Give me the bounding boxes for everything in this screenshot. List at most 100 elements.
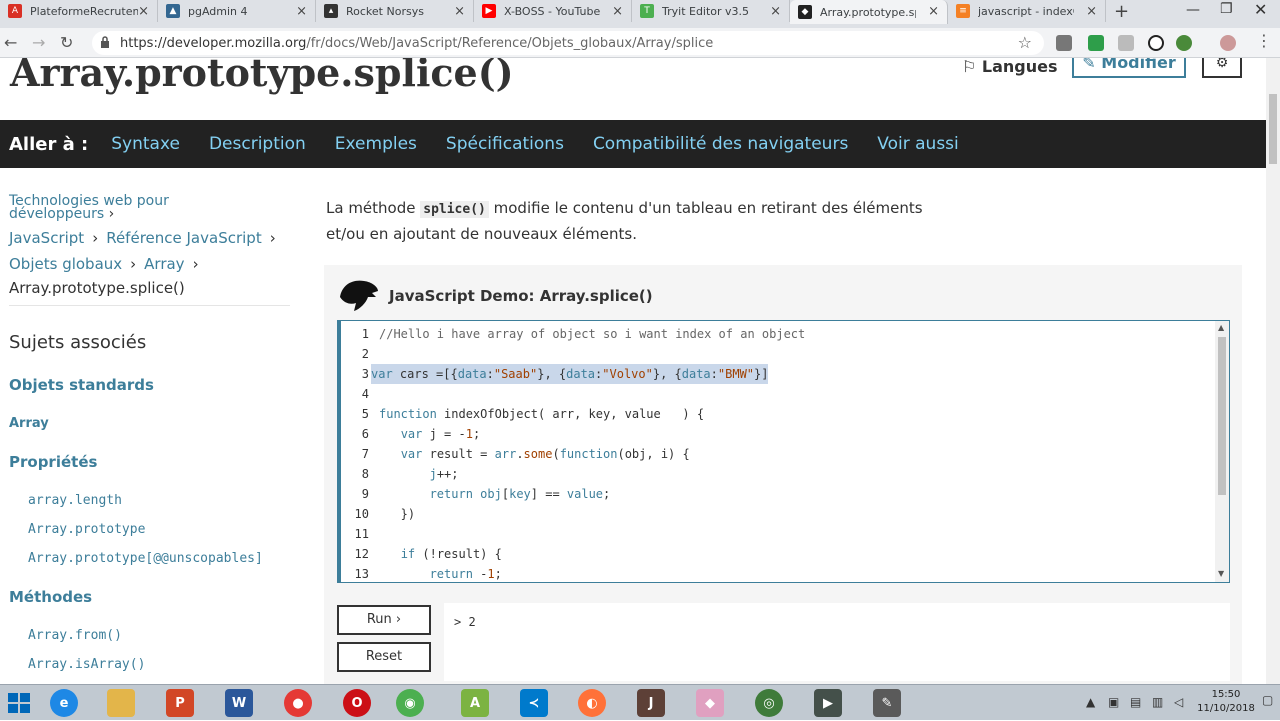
clock-time: 15:50: [1211, 689, 1241, 700]
sync-extension-icon[interactable]: [1148, 35, 1164, 51]
avatar[interactable]: [1220, 35, 1236, 51]
firefox-icon[interactable]: ◐: [578, 689, 606, 717]
intro-paragraph: La méthode splice() modifie le contenu d…: [326, 196, 946, 246]
sidebar-item-length[interactable]: array.length: [28, 493, 122, 508]
tab-plateforme[interactable]: A PlateformeRecruteme ×: [0, 0, 158, 22]
line-number: 6: [361, 427, 369, 441]
tab-stackoverflow[interactable]: ≡ javascript - indexOf ×: [948, 0, 1106, 22]
tray-up-arrow-icon[interactable]: ▲: [1086, 695, 1095, 709]
breadcrumb-array[interactable]: Array: [144, 255, 184, 273]
tab-title: javascript - indexOf: [978, 4, 1074, 18]
tray-volume-icon[interactable]: ◁: [1174, 695, 1183, 709]
network-globe-icon[interactable]: ◎: [755, 689, 783, 717]
maximize-button[interactable]: ❐: [1220, 1, 1233, 17]
sidebar-item-unscopables[interactable]: Array.prototype[@@unscopables]: [28, 551, 263, 566]
windows-start-icon[interactable]: [0, 685, 40, 721]
breadcrumb-javascript[interactable]: JavaScript: [9, 229, 84, 247]
close-window-button[interactable]: ✕: [1254, 0, 1267, 19]
code-line: return obj[key] == value;: [429, 487, 611, 501]
grey-extension-icon[interactable]: [1118, 35, 1134, 51]
tryit-icon: T: [640, 4, 654, 18]
bookmark-star-icon[interactable]: ☆: [1018, 33, 1032, 52]
forward-button[interactable]: →: [32, 33, 45, 52]
chrome-icon[interactable]: ◉: [396, 689, 424, 717]
minimize-button[interactable]: —: [1186, 2, 1200, 18]
tray-app-icon[interactable]: ▣: [1108, 695, 1119, 709]
sidebar-item-prototype[interactable]: Array.prototype: [28, 522, 145, 537]
file-explorer-icon[interactable]: [107, 689, 135, 717]
scroll-up-icon[interactable]: ▲: [1218, 323, 1224, 332]
code-editor[interactable]: 1 //Hello i have array of object so i wan…: [337, 320, 1230, 583]
editor-scroll-thumb[interactable]: [1218, 337, 1226, 495]
screen-recorder-icon[interactable]: ●: [284, 689, 312, 717]
sidebar-methodes[interactable]: Méthodes: [9, 588, 92, 606]
line-number: 11: [354, 527, 369, 541]
settings-button[interactable]: ⚙: [1202, 58, 1242, 78]
browser-tab-bar: A PlateformeRecruteme × ▲ pgAdmin 4 × ▴ …: [0, 0, 1280, 28]
internet-explorer-icon[interactable]: e: [50, 689, 78, 717]
breadcrumb-objets-globaux[interactable]: Objets globaux: [9, 255, 122, 273]
tray-battery-icon[interactable]: ▥: [1152, 695, 1163, 709]
reload-button[interactable]: ↻: [60, 33, 73, 52]
vscode-icon[interactable]: ≺: [520, 689, 548, 717]
tab-rocket[interactable]: ▴ Rocket Norsys ×: [316, 0, 474, 22]
green-extension-icon[interactable]: [1088, 35, 1104, 51]
page-scroll-thumb[interactable]: [1269, 94, 1277, 164]
close-icon[interactable]: ×: [612, 4, 623, 19]
close-icon[interactable]: ×: [928, 4, 939, 19]
powerpoint-icon[interactable]: P: [166, 689, 194, 717]
elephant-icon: ▲: [166, 4, 180, 18]
close-icon[interactable]: ×: [1086, 4, 1097, 19]
taskbar-clock[interactable]: 15:50 11/10/2018: [1196, 688, 1256, 716]
editor-scrollbar[interactable]: ▲ ▼: [1215, 321, 1229, 582]
tab-title: X-BOSS - YouTube: [504, 4, 601, 18]
terminal-icon[interactable]: ▶: [814, 689, 842, 717]
opera-icon[interactable]: O: [343, 689, 371, 717]
menu-icon[interactable]: ⋮: [1256, 31, 1272, 50]
tray-network-icon[interactable]: ▤: [1130, 695, 1141, 709]
jump-link-compatibilite[interactable]: Compatibilité des navigateurs: [593, 134, 848, 154]
jump-link-voir-aussi[interactable]: Voir aussi: [877, 134, 958, 154]
jump-link-exemples[interactable]: Exemples: [335, 134, 417, 154]
sidebar-item-isarray[interactable]: Array.isArray(): [28, 657, 145, 672]
sidebar-array[interactable]: Array: [9, 416, 49, 431]
android-studio-icon[interactable]: A: [461, 689, 489, 717]
mdn-dino-icon: ◆: [798, 5, 812, 19]
address-bar[interactable]: https://developer.mozilla.org/fr/docs/We…: [92, 31, 1044, 55]
tab-tryit[interactable]: T Tryit Editor v3.5 ×: [632, 0, 790, 22]
sidebar-objets-standards[interactable]: Objets standards: [9, 376, 154, 394]
jump-link-specifications[interactable]: Spécifications: [446, 134, 564, 154]
tool-icon[interactable]: ✎: [873, 689, 901, 717]
globe-extension-icon[interactable]: [1176, 35, 1192, 51]
breadcrumb-reference[interactable]: Référence JavaScript: [106, 229, 262, 247]
close-icon[interactable]: ×: [770, 4, 781, 19]
close-icon[interactable]: ×: [138, 4, 149, 19]
app-icon[interactable]: ◆: [696, 689, 724, 717]
new-tab-button[interactable]: +: [1114, 1, 1129, 22]
jump-link-description[interactable]: Description: [209, 134, 306, 154]
notification-icon[interactable]: ▢: [1262, 693, 1273, 707]
tab-youtube[interactable]: ▶ X-BOSS - YouTube ×: [474, 0, 632, 22]
code-line: if (!result) {: [400, 547, 502, 561]
word-icon[interactable]: W: [225, 689, 253, 717]
close-icon[interactable]: ×: [296, 4, 307, 19]
breadcrumb-web-tech-2[interactable]: développeurs: [9, 206, 104, 222]
tab-array-splice[interactable]: ◆ Array.prototype.splice() ×: [790, 0, 948, 24]
back-button[interactable]: ←: [4, 33, 17, 52]
line-number: 3: [361, 367, 369, 381]
tab-pgadmin[interactable]: ▲ pgAdmin 4 ×: [158, 0, 316, 22]
java-ide-icon[interactable]: J: [637, 689, 665, 717]
mdn-dino-icon: [340, 280, 378, 311]
jump-link-syntaxe[interactable]: Syntaxe: [111, 134, 180, 154]
modifier-button[interactable]: ✎ Modifier: [1072, 58, 1186, 78]
page-scrollbar[interactable]: [1266, 58, 1280, 684]
scroll-down-icon[interactable]: ▼: [1218, 569, 1224, 578]
sidebar-item-from[interactable]: Array.from(): [28, 628, 122, 643]
rocket-icon: ▴: [324, 4, 338, 18]
camera-extension-icon[interactable]: [1056, 35, 1072, 51]
reset-button[interactable]: Reset: [337, 642, 431, 672]
sidebar-proprietes[interactable]: Propriétés: [9, 453, 97, 471]
close-icon[interactable]: ×: [454, 4, 465, 19]
langues-button[interactable]: ⚐ Langues: [962, 58, 1058, 76]
run-button[interactable]: Run ›: [337, 605, 431, 635]
